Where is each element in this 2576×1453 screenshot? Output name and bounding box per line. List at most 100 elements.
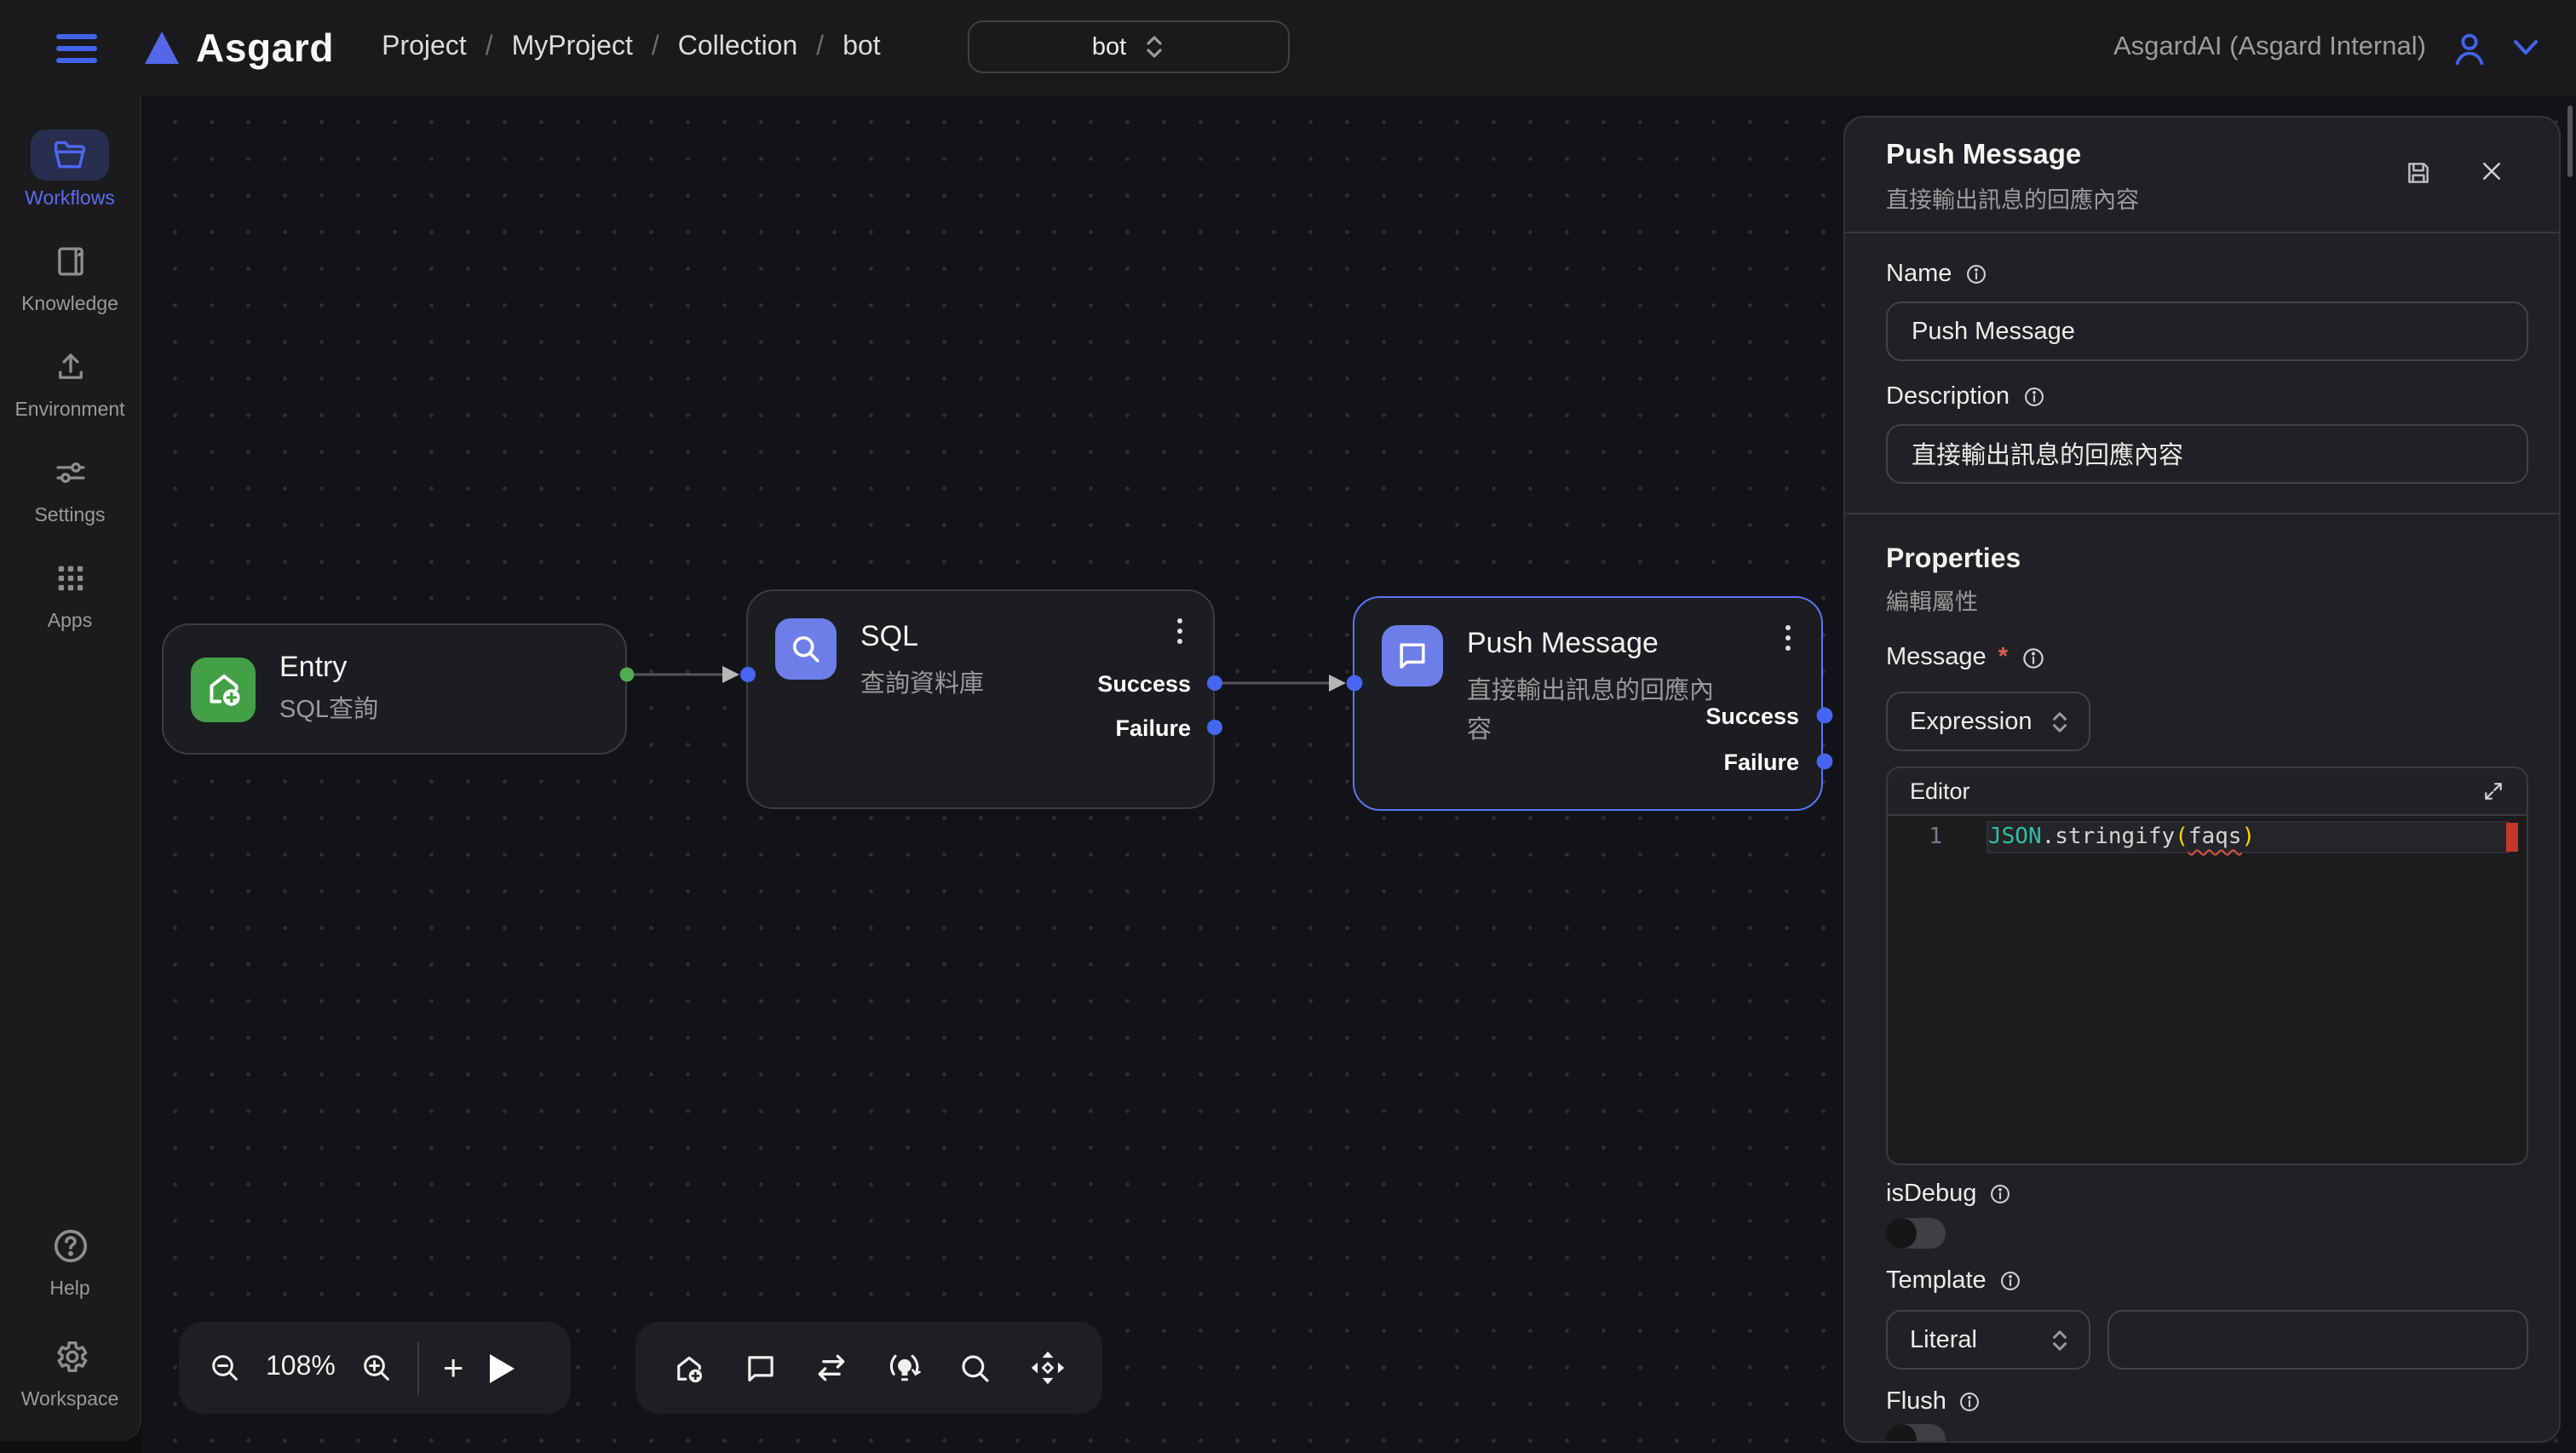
save-icon[interactable] [2404,158,2433,187]
sidebar-label: Environment [14,400,124,421]
breadcrumb: Project / MyProject / Collection / bot [382,32,881,63]
node-menu-kebab-icon[interactable] [1782,622,1794,654]
updown-chevron-icon [2050,1328,2070,1352]
top-bar: Asgard Project / MyProject / Collection … [0,0,2576,95]
node-config-panel: Push Message 直接輸出訊息的回應內容 Name Descriptio… [1843,116,2561,1443]
zoom-out-icon[interactable] [208,1351,242,1385]
template-type-value: Literal [1910,1326,1977,1353]
intent-detection-icon[interactable] [886,1349,923,1387]
close-icon[interactable] [2479,158,2504,184]
info-icon[interactable] [1964,262,1987,286]
user-icon[interactable] [2450,28,2489,67]
help-circle-icon [50,1226,89,1265]
sidebar-item-help[interactable]: Help [49,1220,89,1300]
fit-view-icon[interactable] [1029,1349,1067,1387]
search-tool-icon[interactable] [958,1350,994,1386]
folder-open-icon [51,138,89,172]
message-type-value: Expression [1910,708,2032,735]
search-icon [775,618,837,680]
breadcrumb-separator: / [816,32,824,63]
breadcrumb-collection[interactable]: Collection [678,32,798,63]
sidebar-label: Workspace [21,1390,119,1410]
hamburger-menu-icon[interactable] [56,33,97,62]
code-line: JSON.stringify(faqs) [1988,824,2255,852]
info-icon[interactable] [1958,1390,1982,1414]
properties-heading: Properties [1886,545,2528,576]
node-entry[interactable]: Entry SQL查詢 [162,623,627,755]
info-icon[interactable] [1988,1182,2012,1206]
code-area[interactable]: 1 JSON.stringify(faqs) [1888,816,2527,1165]
required-asterisk: * [1998,644,2008,671]
panel-body: Name Description Properties 編輯屬性 Message… [1845,261,2559,1443]
isdebug-label: isDebug [1886,1180,1976,1208]
line-number: 1 [1888,824,1942,852]
expand-icon[interactable] [2482,780,2504,802]
sidebar-item-knowledge[interactable]: Knowledge [21,235,118,315]
breadcrumb-separator: / [652,32,659,63]
node-sql[interactable]: SQL 查詢資料庫 Success Failure [746,589,1215,809]
output-failure-label: Failure [1723,749,1799,775]
panel-header: Push Message 直接輸出訊息的回應內容 [1845,118,2559,233]
book-icon [52,243,88,279]
sliders-icon [52,454,88,490]
page-scrollbar[interactable] [2567,106,2573,177]
flush-label: Flush [1886,1388,1946,1416]
workflow-selector[interactable]: bot [968,20,1290,73]
entry-node-tool-icon[interactable] [671,1350,707,1386]
output-success-label: Success [1705,704,1799,729]
template-type-select[interactable]: Literal [1886,1310,2090,1370]
sidebar-label: Knowledge [21,295,118,315]
add-node-icon[interactable]: + [443,1350,464,1386]
info-icon[interactable] [2021,385,2045,409]
output-failure-label: Failure [1115,715,1191,741]
name-input[interactable] [1886,302,2528,361]
breadcrumb-bot[interactable]: bot [842,32,881,63]
run-workflow-icon[interactable] [487,1352,516,1384]
editor-header: Editor [1888,768,2527,816]
account-label: AsgardAI (Asgard Internal) [2113,32,2426,63]
flush-toggle[interactable] [1886,1424,1946,1443]
message-type-select[interactable]: Expression [1886,692,2090,751]
panel-divider [1845,513,2559,514]
message-label: Message [1886,644,1987,671]
node-subtitle: 直接輸出訊息的回應內容 [1467,674,1726,750]
info-icon[interactable] [2020,645,2045,670]
sidebar-label: Apps [48,612,92,632]
description-input[interactable] [1886,424,2528,484]
sidebar-item-environment[interactable]: Environment [14,341,124,421]
sidebar-item-workflows[interactable]: Workflows [25,129,115,210]
gear-icon [50,1336,89,1375]
chevron-down-icon[interactable] [2513,39,2539,56]
template-value-input[interactable] [2107,1310,2528,1370]
zoom-level: 108% [266,1352,336,1383]
asgard-logo-icon [143,31,181,65]
description-label: Description [1886,383,2010,411]
expression-editor: Editor 1 JSON.stringify(faqs) [1886,767,2528,1165]
breadcrumb-project[interactable]: Project [382,32,467,63]
app-name: Asgard [196,25,334,71]
node-menu-kebab-icon[interactable] [1174,615,1186,647]
node-title: SQL [860,620,984,655]
properties-subtitle: 編輯屬性 [1886,583,2528,617]
breadcrumb-myproject[interactable]: MyProject [512,32,633,63]
node-push-message[interactable]: Push Message 直接輸出訊息的回應內容 Success Failure [1353,596,1823,811]
updown-chevron-icon [2050,709,2070,733]
zoom-in-icon[interactable] [359,1351,394,1385]
output-success-label: Success [1097,671,1191,697]
template-label: Template [1886,1267,1987,1295]
node-title: Push Message [1467,627,1726,662]
editor-label: Editor [1910,778,1970,804]
node-subtitle: SQL查詢 [279,692,378,731]
message-node-tool-icon[interactable] [742,1350,778,1386]
upload-icon [52,348,88,384]
swap-arrows-icon[interactable] [813,1349,850,1387]
sidebar-label: Help [49,1279,89,1300]
sidebar-label: Settings [34,506,105,526]
isdebug-toggle[interactable] [1886,1218,1946,1249]
apps-grid-icon [54,561,86,594]
chat-bubble-icon [1382,625,1443,686]
sidebar-item-apps[interactable]: Apps [48,552,92,632]
sidebar-item-settings[interactable]: Settings [34,446,105,526]
info-icon[interactable] [1998,1269,2022,1293]
sidebar-item-workspace[interactable]: Workspace [21,1330,119,1410]
